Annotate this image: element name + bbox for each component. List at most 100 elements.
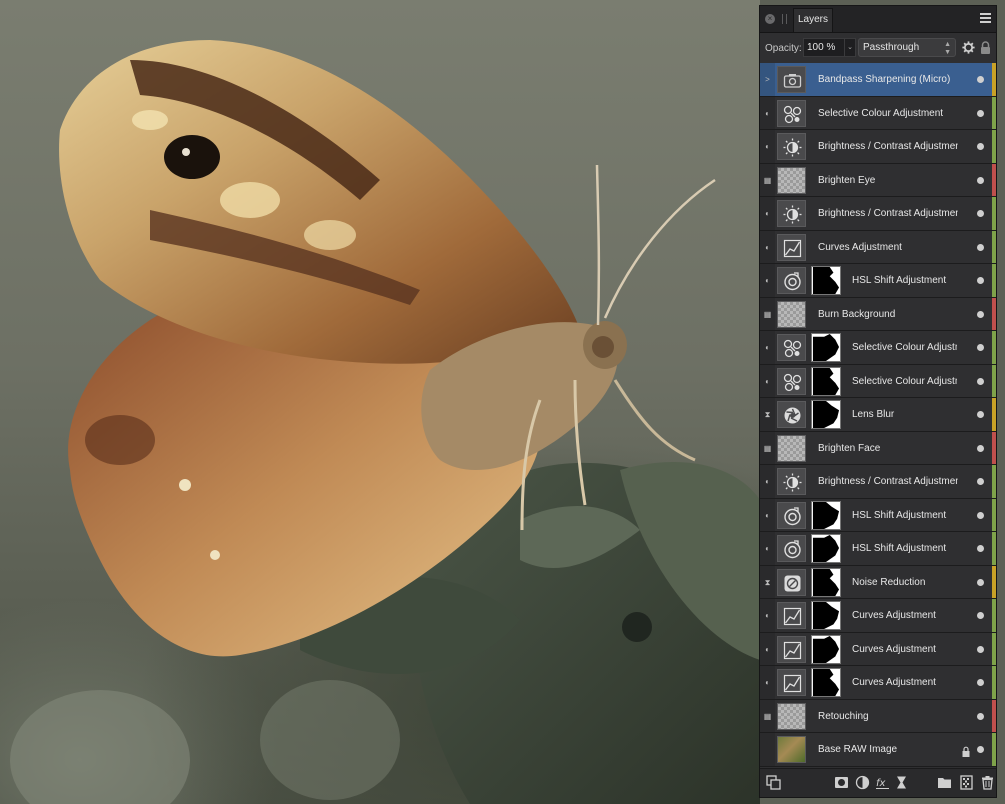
adjustment-icon[interactable] (855, 775, 870, 790)
layer-thumbnail[interactable] (777, 669, 806, 696)
tab-layers[interactable]: Layers (793, 8, 833, 32)
layer-row[interactable]: ▦ Brighten Eye (760, 163, 996, 197)
layer-mask-thumbnail[interactable] (811, 266, 841, 295)
layer-row[interactable]: Base RAW Image (760, 733, 996, 767)
layer-row[interactable]: ⧗ Lens Blur (760, 398, 996, 432)
layer-mask-thumbnail[interactable] (811, 534, 841, 563)
layer-thumbnail[interactable] (777, 99, 806, 127)
visibility-toggle[interactable] (977, 243, 984, 251)
adjustment-status-icon[interactable]: ◐ (763, 343, 772, 352)
adjustment-status-icon[interactable]: ◐ (763, 678, 772, 687)
adjustment-status-icon[interactable]: ◐ (763, 611, 772, 620)
layer-row[interactable]: ◐ Selective Colour Adjustment (760, 96, 996, 130)
adjustment-status-icon[interactable]: ◐ (763, 645, 772, 654)
expand-chevron-icon[interactable]: > (763, 75, 772, 84)
visibility-toggle[interactable] (977, 578, 984, 586)
layer-mask-thumbnail[interactable] (811, 634, 841, 664)
visibility-toggle[interactable] (977, 109, 984, 117)
pixel-status-icon[interactable]: ▦ (763, 712, 772, 721)
panel-menu-icon[interactable] (980, 13, 991, 24)
layer-row[interactable]: ▦ Burn Background (760, 297, 996, 331)
visibility-toggle[interactable] (977, 210, 984, 217)
adjustment-status-icon[interactable]: ◐ (763, 142, 772, 151)
layer-stack-icon[interactable] (766, 775, 781, 790)
live-filter-status-icon[interactable]: ⧗ (763, 578, 772, 587)
pixel-status-icon[interactable]: ▦ (763, 444, 772, 453)
visibility-toggle[interactable] (977, 344, 984, 351)
layer-thumbnail[interactable] (777, 133, 806, 160)
layer-thumbnail[interactable] (777, 501, 806, 529)
visibility-toggle[interactable] (977, 545, 984, 552)
adjustment-status-icon[interactable]: ◐ (763, 377, 772, 386)
layer-mask-thumbnail[interactable] (811, 601, 841, 630)
layer-row[interactable]: ◐ Selective Colour Adjustment (760, 364, 996, 398)
layer-row[interactable]: ◐ HSL Shift Adjustment (760, 498, 996, 532)
layer-mask-thumbnail[interactable] (811, 333, 841, 362)
layer-mask-thumbnail[interactable] (811, 500, 841, 530)
visibility-toggle[interactable] (977, 411, 984, 418)
layer-row[interactable]: ◐ Brightness / Contrast Adjustment (760, 465, 996, 499)
layer-mask-thumbnail[interactable] (811, 400, 841, 429)
layer-mask-thumbnail[interactable] (811, 567, 841, 597)
layer-row[interactable]: ◐ Curves Adjustment (760, 632, 996, 666)
live-filter-icon[interactable] (894, 775, 909, 790)
layer-row[interactable]: ◐ Brightness / Contrast Adjustment (760, 197, 996, 231)
opacity-input[interactable]: 100 % (803, 38, 845, 57)
adjustment-status-icon[interactable] (763, 745, 772, 754)
layer-row[interactable]: ▦ Retouching (760, 699, 996, 733)
layer-thumbnail[interactable] (777, 233, 806, 261)
adjustment-status-icon[interactable]: ◐ (763, 209, 772, 218)
visibility-toggle[interactable] (977, 478, 984, 485)
blend-mode-select[interactable]: Passthrough ▲ ▼ (858, 38, 956, 57)
pixel-layer-thumbnail[interactable] (777, 300, 806, 328)
visibility-toggle[interactable] (977, 645, 984, 653)
layer-thumbnail[interactable] (777, 568, 806, 596)
opacity-dropdown-button[interactable]: ⌄ (845, 38, 856, 57)
layer-row[interactable]: ◐ HSL Shift Adjustment (760, 264, 996, 298)
layer-row[interactable]: ◐ Curves Adjustment (760, 230, 996, 264)
visibility-toggle[interactable] (977, 712, 984, 720)
adjustment-status-icon[interactable]: ◐ (763, 477, 772, 486)
live-filter-status-icon[interactable]: ⧗ (763, 410, 772, 419)
layer-row[interactable]: ▦ Brighten Face (760, 431, 996, 465)
visibility-toggle[interactable] (977, 310, 984, 318)
layer-thumbnail[interactable] (777, 66, 806, 93)
mask-icon[interactable] (834, 775, 849, 790)
visibility-toggle[interactable] (977, 176, 984, 184)
visibility-toggle[interactable] (977, 746, 984, 753)
layer-row[interactable]: ◐ Brightness / Contrast Adjustment (760, 130, 996, 164)
drag-grip-icon[interactable] (782, 14, 787, 24)
layer-thumbnail[interactable] (777, 267, 806, 294)
photo-canvas[interactable] (0, 0, 760, 804)
layer-row[interactable]: ◐ HSL Shift Adjustment (760, 532, 996, 566)
adjustment-status-icon[interactable]: ◐ (763, 276, 772, 285)
folder-icon[interactable] (937, 775, 952, 790)
layer-thumbnail[interactable] (777, 401, 806, 428)
visibility-toggle[interactable] (977, 277, 984, 284)
layer-mask-thumbnail[interactable] (811, 668, 841, 697)
image-layer-thumbnail[interactable] (777, 736, 806, 763)
layer-row[interactable]: ⧗ Noise Reduction (760, 565, 996, 599)
layer-row[interactable]: > Bandpass Sharpening (Micro) (760, 63, 996, 97)
layer-row[interactable]: ◐ Selective Colour Adjustment (760, 331, 996, 365)
trash-icon[interactable] (980, 775, 995, 790)
visibility-toggle[interactable] (977, 76, 984, 83)
layer-thumbnail[interactable] (777, 367, 806, 395)
layer-thumbnail[interactable] (777, 635, 806, 663)
gear-icon[interactable] (962, 41, 975, 54)
layer-row[interactable]: ◐ Curves Adjustment (760, 599, 996, 633)
visibility-toggle[interactable] (977, 679, 984, 686)
layer-thumbnail[interactable] (777, 468, 806, 495)
adjustment-status-icon[interactable]: ◐ (763, 544, 772, 553)
visibility-toggle[interactable] (977, 143, 984, 150)
pixel-status-icon[interactable]: ▦ (763, 310, 772, 319)
layer-thumbnail[interactable] (777, 334, 806, 361)
fx-icon[interactable]: fx (875, 775, 890, 790)
visibility-toggle[interactable] (977, 612, 984, 619)
layer-thumbnail[interactable] (777, 535, 806, 562)
pixel-layer-thumbnail[interactable] (777, 702, 806, 730)
close-panel-icon[interactable]: × (765, 14, 775, 24)
layer-row[interactable]: ◐ Curves Adjustment (760, 666, 996, 700)
layer-thumbnail[interactable] (777, 602, 806, 629)
visibility-toggle[interactable] (977, 444, 984, 452)
